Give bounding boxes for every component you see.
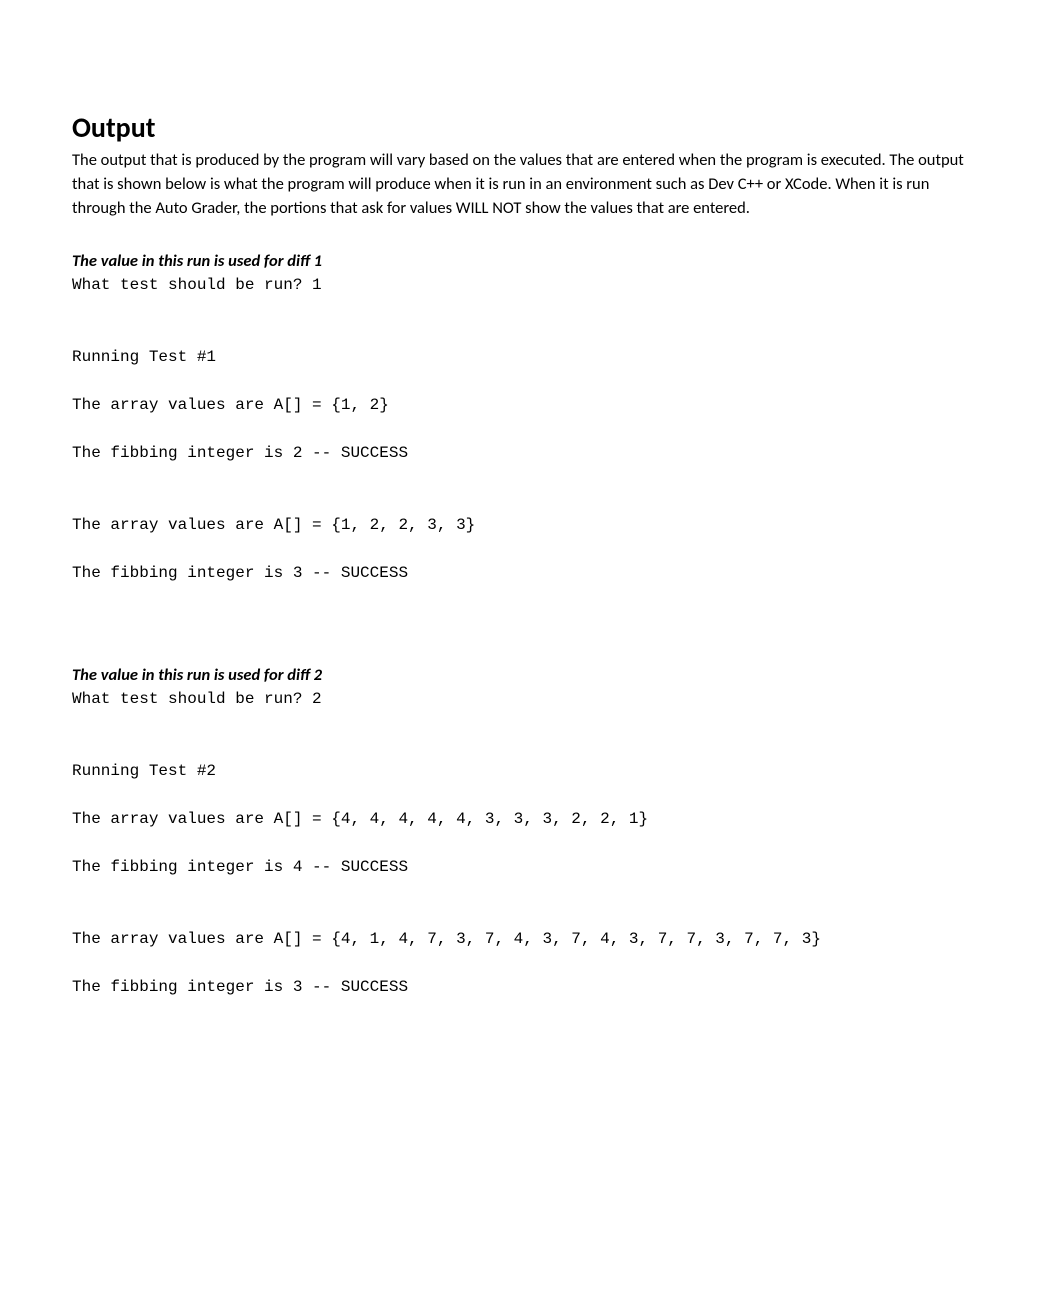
page-title: Output xyxy=(72,110,970,145)
intro-paragraph: The output that is produced by the progr… xyxy=(72,149,970,221)
run2-label: The value in this run is used for diff 2 xyxy=(72,665,970,685)
run2-output: What test should be run? 2 Running Test … xyxy=(72,687,970,999)
section-divider xyxy=(72,585,970,665)
document-page: Output The output that is produced by th… xyxy=(0,0,1042,1071)
run1-output: What test should be run? 1 Running Test … xyxy=(72,273,970,585)
run1-label: The value in this run is used for diff 1 xyxy=(72,251,970,271)
